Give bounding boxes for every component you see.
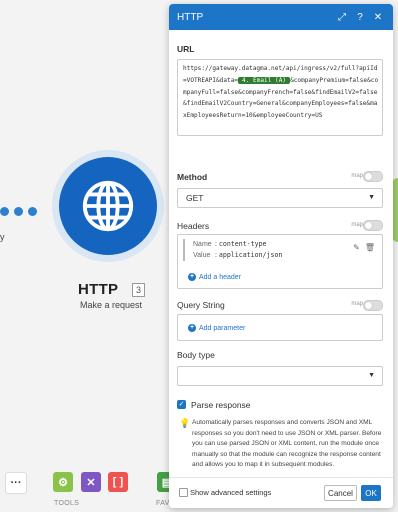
add-parameter-link[interactable]: + Add parameter	[188, 324, 245, 332]
ok-button[interactable]: OK	[361, 485, 381, 501]
header-value-key: Value	[193, 252, 211, 259]
help-icon[interactable]: ?	[353, 10, 367, 24]
headers-label: Headers	[177, 221, 210, 231]
method-map-toggle[interactable]	[363, 171, 383, 182]
query-string-list: + Add parameter	[177, 314, 383, 341]
parse-response-checkbox[interactable]: ✓	[177, 400, 186, 409]
lightbulb-icon: 💡	[179, 418, 191, 428]
parse-response-info-text: Automatically parses responses and conve…	[192, 419, 382, 468]
tools-label: TOOLS	[54, 500, 80, 507]
plus-icon: +	[188, 324, 196, 332]
chevron-down-icon: ▼	[368, 372, 375, 379]
gear-icon: ⚙	[58, 476, 68, 489]
body-type-label: Body type	[177, 350, 215, 360]
edit-icon[interactable]: ✎	[353, 243, 360, 252]
plus-icon: +	[188, 273, 196, 281]
cancel-button[interactable]: Cancel	[324, 485, 357, 501]
method-label: Method	[177, 172, 208, 182]
panel-footer: Show advanced settings Cancel OK	[169, 477, 393, 508]
module-subtitle: Make a request	[80, 300, 143, 310]
mapped-email-pill[interactable]: 4. Email (A)	[238, 76, 291, 84]
add-header-link[interactable]: + Add a header	[188, 273, 241, 281]
parse-response-info: 💡 Automatically parses responses and con…	[177, 418, 383, 471]
http-settings-panel: HTTP ⤢ ? ✕ URL https://gateway.datagma.n…	[169, 4, 393, 508]
header-value-value: application/json	[218, 251, 283, 259]
method-map-label: map	[351, 173, 363, 179]
bracket-icon: [ ]	[112, 476, 124, 488]
add-parameter-text: Add parameter	[199, 324, 246, 332]
body-type-select[interactable]: ▼	[177, 366, 383, 386]
http-module-node[interactable]	[59, 157, 157, 255]
panel-header: HTTP ⤢ ? ✕	[169, 4, 393, 30]
url-input[interactable]: https://gateway.datagma.net/api/ingress/…	[177, 59, 383, 136]
panel-title: HTTP	[177, 11, 204, 23]
advanced-settings-checkbox[interactable]	[179, 488, 188, 497]
more-button[interactable]: ···	[5, 472, 27, 494]
globe-icon	[82, 180, 134, 232]
connection-dots	[0, 207, 37, 216]
query-string-label: Query String	[177, 300, 225, 310]
method-select[interactable]: GET ▼	[177, 188, 383, 208]
headers-map-toggle[interactable]	[363, 220, 383, 231]
tools-icon: ✕	[86, 476, 96, 489]
bracket-tool-button[interactable]: [ ]	[108, 472, 128, 492]
query-map-label: map	[351, 301, 363, 307]
module-id-badge: 3	[132, 283, 146, 297]
close-icon[interactable]: ✕	[371, 10, 385, 24]
module-title: HTTP	[78, 281, 119, 298]
trash-icon[interactable]: 🗑	[365, 243, 375, 252]
expand-icon[interactable]: ⤢	[335, 10, 349, 24]
query-map-toggle[interactable]	[363, 300, 383, 311]
method-value: GET	[186, 193, 204, 203]
url-label: URL	[177, 44, 195, 54]
header-item: Name: content-type Value: application/js…	[183, 239, 365, 261]
panel-body: URL https://gateway.datagma.net/api/ingr…	[169, 30, 393, 478]
parse-response-label: Parse response	[191, 400, 251, 410]
left-module-label: y	[0, 232, 5, 242]
advanced-settings-label[interactable]: Show advanced settings	[190, 488, 271, 497]
header-name-value: content-type	[218, 240, 267, 248]
add-header-text: Add a header	[199, 273, 242, 281]
chevron-down-icon: ▼	[368, 194, 375, 201]
connection-dot	[0, 207, 9, 216]
connection-dot	[28, 207, 37, 216]
tools-button[interactable]: ✕	[81, 472, 101, 492]
headers-list: Name: content-type Value: application/js…	[177, 234, 383, 289]
header-item-actions: ✎ 🗑	[353, 243, 375, 252]
header-name-key: Name	[193, 241, 212, 248]
connection-dot	[14, 207, 23, 216]
gear-tool-button[interactable]: ⚙	[53, 472, 73, 492]
headers-map-label: map	[351, 222, 363, 228]
